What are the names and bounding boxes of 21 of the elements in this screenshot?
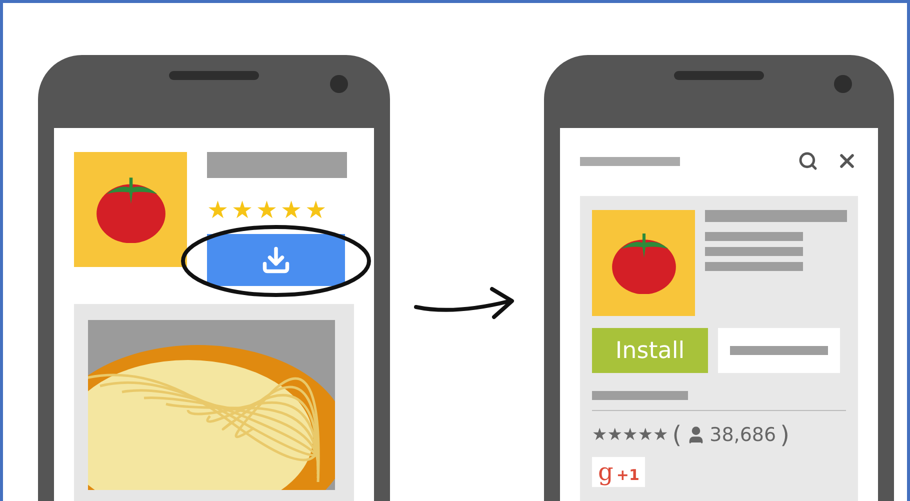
- paren-text: (: [672, 423, 682, 447]
- star-icon: ★: [638, 426, 653, 444]
- star-icon: ★: [256, 198, 278, 222]
- star-icon: ★: [232, 198, 254, 222]
- secondary-button[interactable]: [718, 328, 840, 373]
- camera: [834, 75, 852, 93]
- download-icon: [261, 245, 291, 275]
- star-icon: ★: [607, 426, 622, 444]
- star-icon: ★: [622, 426, 638, 444]
- plus-one-button[interactable]: g+1: [592, 457, 646, 487]
- download-button[interactable]: [207, 234, 345, 286]
- star-icon: ★: [305, 198, 327, 222]
- star-icon: ★: [280, 198, 302, 222]
- rating-count: 38,686: [710, 426, 776, 444]
- star-icon: ★: [207, 198, 229, 222]
- search-icon[interactable]: [798, 151, 818, 171]
- star-icon: ★: [592, 426, 608, 444]
- star-icon: ★: [653, 426, 668, 444]
- arrow-icon: [414, 285, 516, 321]
- camera: [330, 75, 348, 93]
- paren-text: ): [780, 423, 790, 447]
